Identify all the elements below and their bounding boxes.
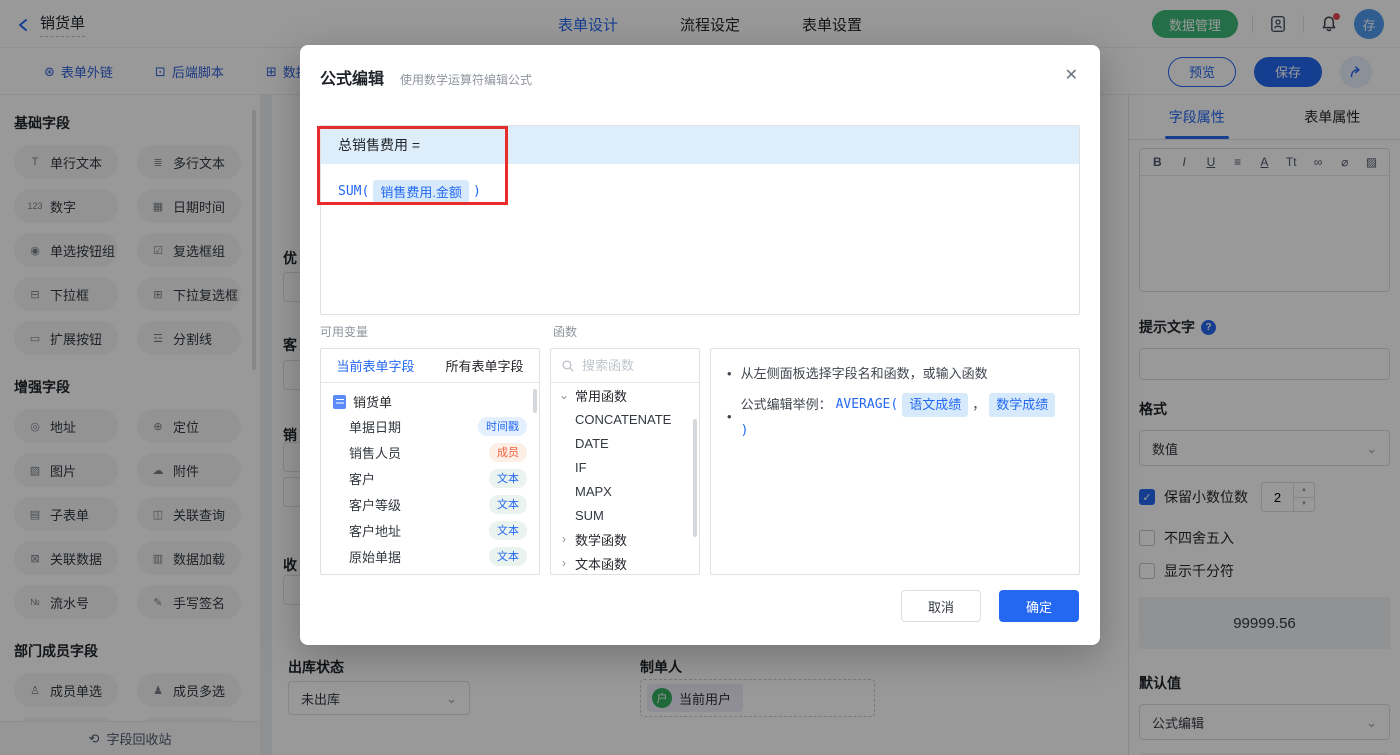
help-example-function: AVERAGE(: [836, 395, 899, 415]
type-badge-text: 文本: [489, 495, 527, 514]
formula-field-chip[interactable]: 销售费用.金额: [373, 180, 469, 203]
variable-row[interactable]: 客户 文本: [321, 465, 539, 491]
type-badge-member: 成员: [489, 443, 527, 462]
functions-label: 函数: [553, 323, 577, 340]
help-example-prefix: 公式编辑举例：: [741, 395, 832, 415]
variables-label: 可用变量: [320, 323, 368, 340]
help-tip-1: • 从左侧面板选择字段名和函数，或输入函数: [727, 364, 1063, 384]
variable-row[interactable]: 客户地址 文本: [321, 517, 539, 543]
function-group-label: 常用函数: [575, 386, 627, 405]
variable-name: 原始单据: [349, 547, 401, 566]
type-badge-text: 文本: [489, 469, 527, 488]
function-item[interactable]: MAPX: [551, 479, 699, 503]
function-item[interactable]: SUM: [551, 503, 699, 527]
functions-panel: ⌄ 常用函数 CONCATENATE DATE IF MAPX SUM › 数学…: [550, 348, 700, 575]
formula-edit-modal: 公式编辑 使用数学运算符编辑公式 ✕ 总销售费用 = SUM( 销售费用.金额 …: [300, 45, 1100, 645]
search-icon: [561, 359, 575, 373]
modal-subtitle: 使用数学运算符编辑公式: [400, 71, 532, 88]
type-badge-text: 文本: [489, 521, 527, 540]
function-group-label: 文本函数: [575, 554, 627, 573]
function-group-common[interactable]: ⌄ 常用函数: [551, 383, 699, 407]
formula-function: SUM(: [338, 184, 369, 199]
variables-scrollbar[interactable]: [533, 389, 537, 413]
variable-name: 销售人员: [349, 443, 401, 462]
modal-header: 公式编辑 使用数学运算符编辑公式 ✕: [300, 45, 1100, 89]
variable-name: 单据日期: [349, 417, 401, 436]
app-window: 销货单 表单设计 流程设定 表单设置 数据管理 存 ⊛ 表单外链: [0, 0, 1400, 755]
help-tip-1-text: 从左侧面板选择字段名和函数，或输入函数: [741, 364, 988, 384]
form-tree-root-label: 销货单: [353, 392, 392, 411]
function-item[interactable]: CONCATENATE: [551, 407, 699, 431]
variables-tabs: 当前表单字段 所有表单字段: [321, 349, 539, 383]
formula-editor[interactable]: 总销售费用 = SUM( 销售费用.金额 ): [320, 125, 1080, 315]
type-badge-timestamp: 时间戳: [478, 417, 527, 436]
variable-name: 客户: [349, 469, 375, 488]
variables-panel: 当前表单字段 所有表单字段 销货单 单据日期 时间戳 销售人员 成员 客户 文本…: [320, 348, 540, 575]
modal-footer: 取消 确定: [901, 590, 1079, 622]
help-example-chip-2: 数学成绩: [989, 393, 1055, 417]
tab-all-form-fields[interactable]: 所有表单字段: [430, 349, 539, 382]
function-group-math[interactable]: › 数学函数: [551, 527, 699, 551]
form-doc-icon: [333, 395, 346, 409]
function-group-label: 数学函数: [575, 530, 627, 549]
help-tip-2: • 公式编辑举例： AVERAGE( 语文成绩 ， 数学成绩 ): [727, 393, 1063, 441]
formula-target: 总销售费用 =: [338, 135, 420, 155]
chevron-down-icon: ⌄: [559, 388, 569, 402]
modal-title: 公式编辑: [320, 65, 384, 89]
function-search-input[interactable]: [582, 358, 672, 373]
bullet-icon: •: [727, 407, 732, 427]
help-example-comma: ，: [972, 395, 985, 415]
variable-row[interactable]: 客户等级 文本: [321, 491, 539, 517]
functions-scrollbar[interactable]: [693, 419, 697, 537]
function-group-text[interactable]: › 文本函数: [551, 551, 699, 575]
formula-expression: SUM( 销售费用.金额 ): [321, 164, 1079, 203]
chevron-right-icon: ›: [559, 532, 569, 546]
help-panel: • 从左侧面板选择字段名和函数，或输入函数 • 公式编辑举例： AVERAGE(…: [710, 348, 1080, 575]
help-example-chip-1: 语文成绩: [902, 393, 968, 417]
form-tree-root[interactable]: 销货单: [321, 383, 539, 413]
variable-name: 客户等级: [349, 495, 401, 514]
variable-row[interactable]: 单据日期 时间戳: [321, 413, 539, 439]
function-item[interactable]: IF: [551, 455, 699, 479]
cancel-button[interactable]: 取消: [901, 590, 981, 622]
variable-row[interactable]: 原始单据 文本: [321, 543, 539, 569]
help-example-close-paren: ): [741, 421, 749, 441]
bullet-icon: •: [727, 364, 732, 384]
formula-close-paren: ): [473, 184, 481, 199]
close-icon[interactable]: ✕: [1065, 65, 1078, 85]
formula-target-row: 总销售费用 =: [321, 126, 1079, 164]
variable-name: 客户地址: [349, 521, 401, 540]
variable-row[interactable]: 销售人员 成员: [321, 439, 539, 465]
function-search: [551, 349, 699, 383]
confirm-button[interactable]: 确定: [999, 590, 1079, 622]
type-badge-text: 文本: [489, 547, 527, 566]
chevron-right-icon: ›: [559, 556, 569, 570]
function-item[interactable]: DATE: [551, 431, 699, 455]
tab-current-form-fields[interactable]: 当前表单字段: [321, 349, 430, 382]
